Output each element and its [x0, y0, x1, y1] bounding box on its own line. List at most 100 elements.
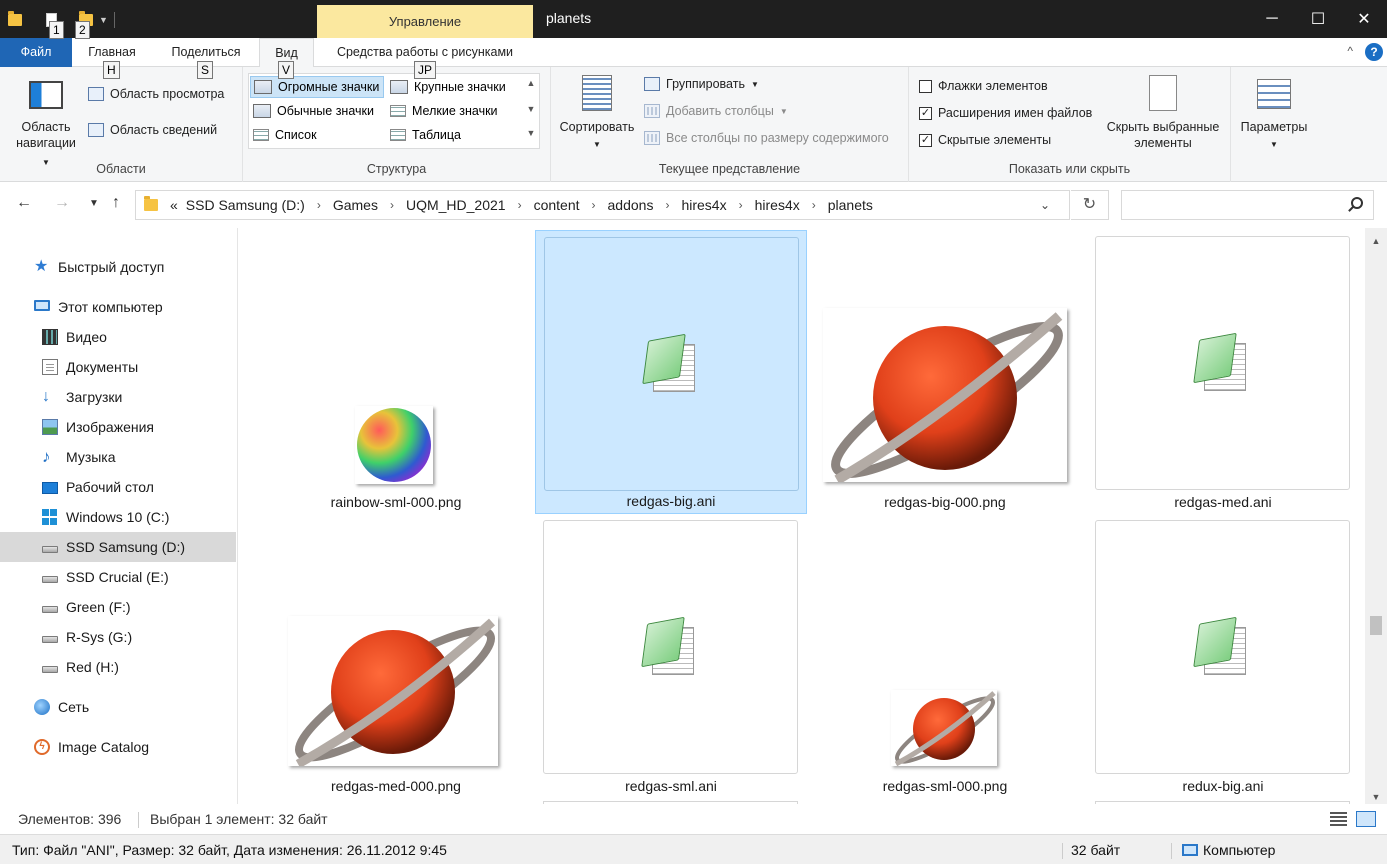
fit-columns-button[interactable]: Все столбцы по размеру содержимого [644, 131, 889, 145]
title-bar: ▼ 1 2 Управление planets ─ ☐ ✕ [0, 0, 1387, 39]
maximize-button[interactable]: ☐ [1295, 0, 1341, 38]
file-extensions-label: Расширения имен файлов [938, 106, 1093, 120]
details-view-icon[interactable] [1330, 812, 1347, 826]
file-extensions-checkbox[interactable]: ✓ [919, 106, 932, 120]
sidebar-item-drive-f[interactable]: Green (F:) [0, 592, 236, 622]
address-overflow[interactable]: « [170, 197, 178, 213]
hidden-items-toggle[interactable]: ✓ Скрытые элементы [919, 133, 1051, 147]
large-icons-view-icon[interactable] [1356, 811, 1376, 827]
manage-context-tab[interactable]: Управление [317, 5, 533, 38]
breadcrumb-4[interactable]: addons [608, 197, 654, 213]
refresh-icon[interactable]: ↻ [1071, 190, 1109, 220]
search-input[interactable] [1121, 190, 1374, 220]
breadcrumb-2[interactable]: UQM_HD_2021 [406, 197, 506, 213]
preview-pane-icon [88, 87, 104, 101]
file-tile[interactable]: rainbow-sml-000.png [260, 230, 532, 514]
sidebar-item-drive-g[interactable]: R-Sys (G:) [0, 622, 236, 652]
breadcrumb-7[interactable]: planets [828, 197, 873, 213]
sidebar-item-quick-access[interactable]: ★ Быстрый доступ [0, 252, 236, 282]
sidebar-item-pictures[interactable]: Изображения [0, 412, 236, 442]
vertical-scrollbar[interactable]: ▲ ▼ [1365, 228, 1387, 804]
chevron-right-icon[interactable]: › [390, 198, 394, 212]
search-icon[interactable] [1351, 197, 1363, 209]
navigation-pane-button[interactable]: Область навигации ▼ [6, 77, 86, 171]
chevron-right-icon[interactable]: › [592, 198, 596, 212]
file-tile[interactable]: redgas-big-000.png [809, 230, 1081, 514]
address-bar[interactable]: « SSD Samsung (D:) › Games › UQM_HD_2021 › … [135, 190, 1070, 220]
sidebar-item-video[interactable]: Видео [0, 322, 236, 352]
scrollbar-thumb[interactable] [1370, 616, 1382, 635]
breadcrumb-6[interactable]: hires4x [755, 197, 800, 213]
layout-list[interactable]: Список [250, 124, 384, 146]
back-arrow-icon[interactable]: ← [16, 194, 32, 212]
sidebar-item-drive-d[interactable]: SSD Samsung (D:) [0, 532, 236, 562]
hide-selected-button[interactable]: Скрыть выбранные элементы [1101, 75, 1225, 151]
layout-details[interactable]: Таблица [387, 124, 517, 146]
add-columns-button[interactable]: Добавить столбцы ▼ [644, 104, 788, 118]
customize-qat-icon[interactable]: ▼ [99, 15, 108, 25]
sidebar-item-drive-h[interactable]: Red (H:) [0, 652, 236, 682]
chevron-right-icon[interactable]: › [739, 198, 743, 212]
layout-medium-icons[interactable]: Обычные значки [250, 100, 384, 122]
file-name: redgas-sml.ani [625, 778, 717, 794]
collapse-ribbon-icon[interactable]: ^ [1347, 44, 1353, 58]
forward-arrow-icon[interactable]: → [54, 194, 70, 212]
image-catalog-icon: ϟ [34, 739, 50, 755]
sidebar-item-label: Windows 10 (C:) [66, 509, 170, 525]
file-tile[interactable]: redgas-med.ani [1087, 230, 1359, 514]
sidebar-item-desktop[interactable]: Рабочий стол [0, 472, 236, 502]
help-icon[interactable]: ? [1365, 43, 1383, 61]
sidebar-item-network[interactable]: Сеть [0, 692, 236, 722]
options-button[interactable]: Параметры ▼ [1234, 75, 1314, 153]
group-by-button[interactable]: Группировать ▼ [644, 77, 759, 91]
chevron-right-icon[interactable]: › [317, 198, 321, 212]
chevron-right-icon[interactable]: › [812, 198, 816, 212]
sidebar-item-downloads[interactable]: ↓ Загрузки [0, 382, 236, 412]
minimize-button[interactable]: ─ [1249, 0, 1295, 38]
file-extensions-toggle[interactable]: ✓ Расширения имен файлов [919, 106, 1092, 120]
layout-extra-large-icons[interactable]: Огромные значки [250, 76, 384, 98]
file-tile[interactable]: redgas-med-000.png [260, 514, 532, 798]
details-pane-button[interactable]: Область сведений [88, 123, 217, 137]
layout-large-icons[interactable]: Крупные значки [387, 76, 517, 98]
desktop-icon [42, 482, 58, 494]
file-tile[interactable]: redgas-sml-000.png [809, 514, 1081, 798]
sidebar-item-drive-c[interactable]: Windows 10 (C:) [0, 502, 236, 532]
sidebar-item-music[interactable]: ♪ Музыка [0, 442, 236, 472]
gallery-more-icon[interactable]: ▼ [526, 128, 536, 138]
show-hide-group-label: Показать или скрыть [1008, 162, 1131, 176]
ringed-planet-image [295, 618, 496, 766]
breadcrumb-1[interactable]: Games [333, 197, 378, 213]
gallery-scroll-down-icon[interactable]: ▼ [526, 104, 536, 114]
music-icon: ♪ [42, 447, 51, 466]
sidebar-item-image-catalog[interactable]: ϟ Image Catalog [0, 732, 236, 762]
sidebar-item-this-pc[interactable]: Этот компьютер [0, 292, 236, 322]
breadcrumb-5[interactable]: hires4x [681, 197, 726, 213]
drive-icon [42, 606, 58, 613]
up-arrow-icon[interactable]: ↑ [112, 194, 120, 212]
sort-label: Сортировать [559, 120, 635, 134]
close-button[interactable]: ✕ [1341, 0, 1387, 38]
file-name: redgas-sml-000.png [882, 778, 1008, 794]
chevron-right-icon[interactable]: › [518, 198, 522, 212]
scroll-down-icon[interactable]: ▼ [1365, 792, 1387, 802]
layout-small-icons[interactable]: Мелкие значки [387, 100, 517, 122]
file-tile-selected[interactable]: redgas-big.ani [535, 230, 807, 514]
breadcrumb-3[interactable]: content [534, 197, 580, 213]
sidebar-item-drive-e[interactable]: SSD Crucial (E:) [0, 562, 236, 592]
preview-pane-button[interactable]: Область просмотра [88, 87, 224, 101]
address-dropdown-icon[interactable]: ⌄ [1040, 198, 1050, 212]
recent-locations-icon[interactable]: ▼ [89, 198, 99, 209]
hidden-items-checkbox[interactable]: ✓ [919, 133, 932, 147]
file-tile[interactable]: redux-big.ani [1087, 514, 1359, 798]
sidebar-item-documents[interactable]: Документы [0, 352, 236, 382]
gallery-scroll-up-icon[interactable]: ▲ [526, 78, 536, 88]
file-tile[interactable]: redgas-sml.ani [535, 514, 807, 798]
breadcrumb-0[interactable]: SSD Samsung (D:) [186, 197, 305, 213]
chevron-right-icon[interactable]: › [665, 198, 669, 212]
item-checkboxes-checkbox[interactable] [919, 79, 932, 93]
tab-file[interactable]: Файл [0, 38, 72, 67]
item-checkboxes-toggle[interactable]: Флажки элементов [919, 79, 1048, 93]
sort-button[interactable]: Сортировать ▼ [555, 75, 639, 153]
scroll-up-icon[interactable]: ▲ [1365, 236, 1387, 246]
